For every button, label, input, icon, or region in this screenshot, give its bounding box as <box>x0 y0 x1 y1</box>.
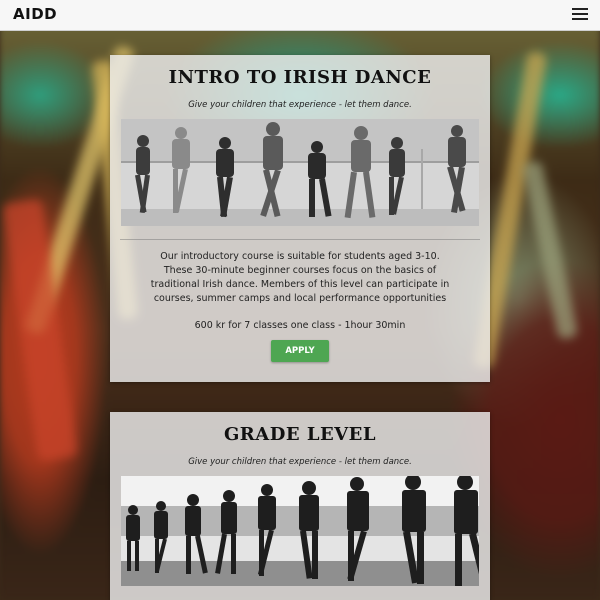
section-divider <box>120 239 480 240</box>
course-title: INTRO TO IRISH DANCE <box>168 67 432 88</box>
course-description: Our introductory course is suitable for … <box>150 251 450 304</box>
course-photo <box>121 119 479 226</box>
course-title: GRADE LEVEL <box>223 424 377 445</box>
brand-logo[interactable]: AIDD <box>13 5 57 23</box>
apply-button[interactable]: APPLY <box>271 340 329 362</box>
course-tagline: Give your children that experience - let… <box>188 457 412 467</box>
course-card-intro: INTRO TO IRISH DANCE Give your children … <box>110 55 490 382</box>
course-card-grade-level: GRADE LEVEL Give your children that expe… <box>110 412 490 600</box>
top-navigation-bar: AIDD <box>0 0 600 31</box>
hamburger-menu-icon[interactable] <box>572 7 588 21</box>
course-tagline: Give your children that experience - let… <box>188 100 412 110</box>
course-photo <box>121 476 479 586</box>
course-price: 600 kr for 7 classes one class - 1hour 3… <box>194 320 406 331</box>
